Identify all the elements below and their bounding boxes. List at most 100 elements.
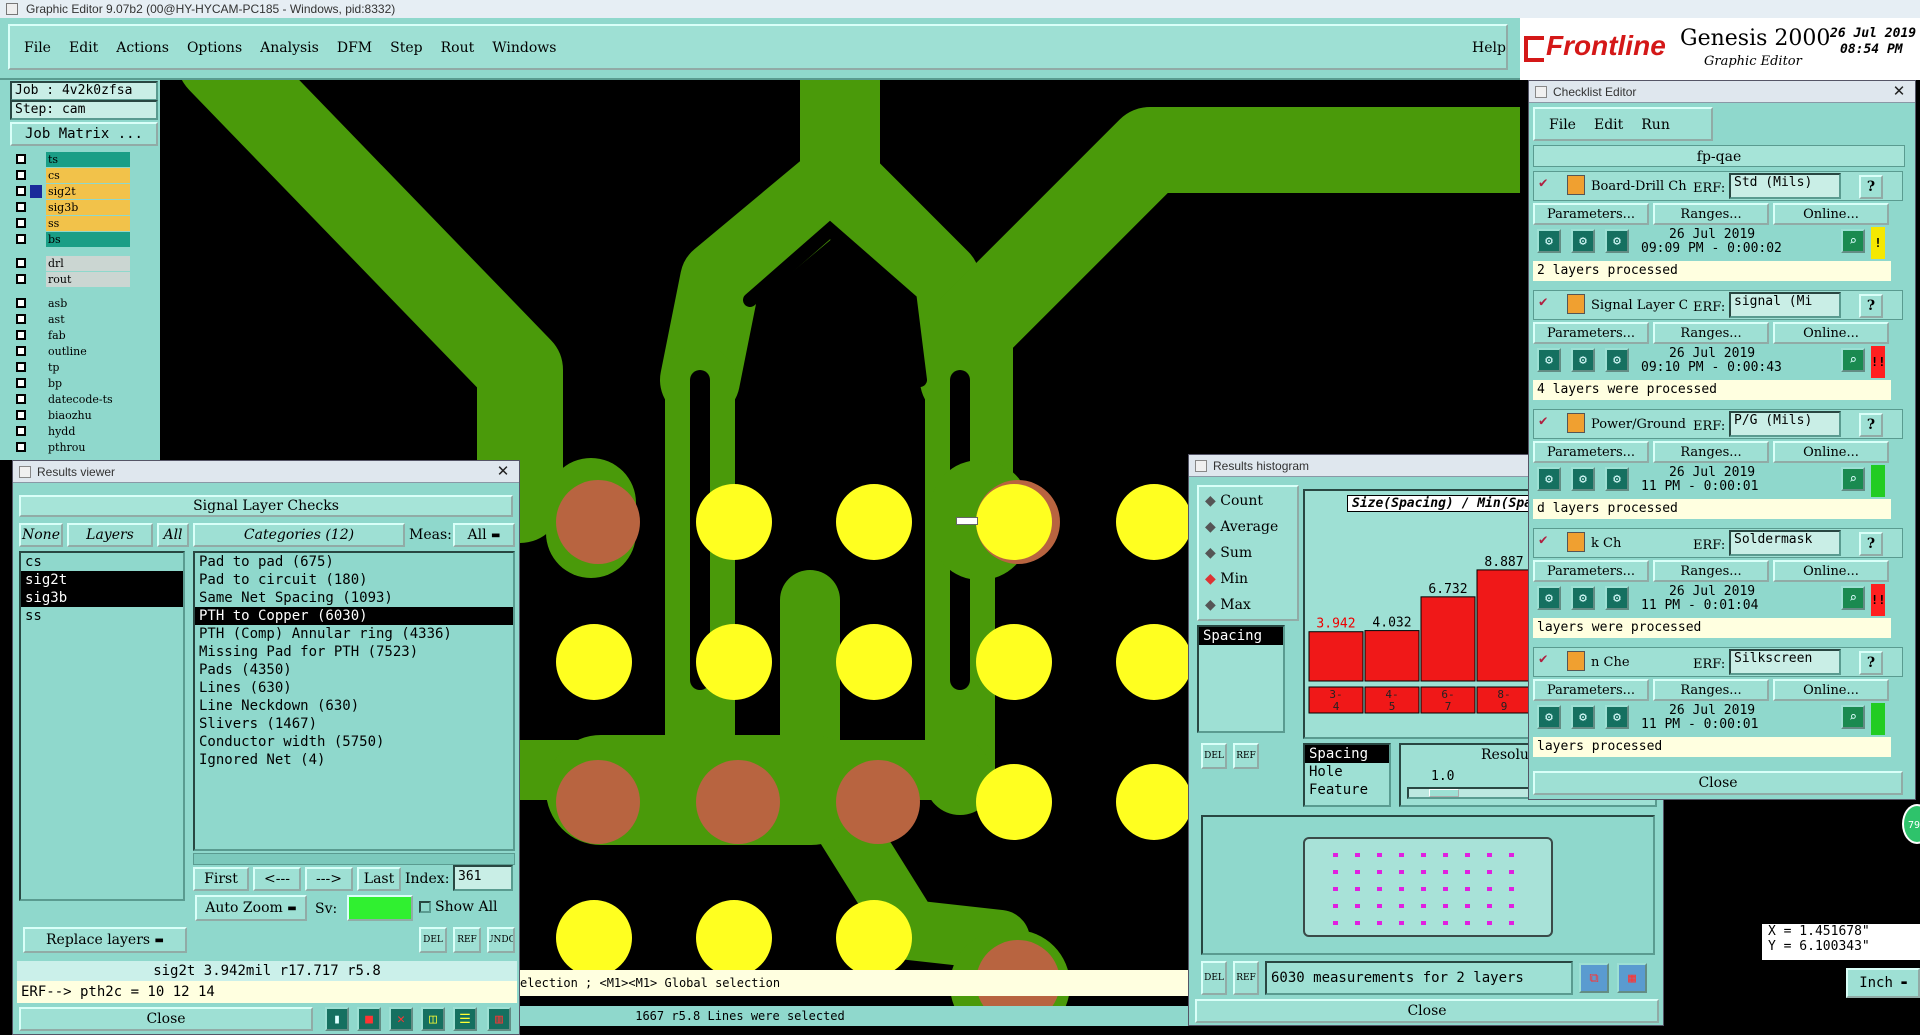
option-max[interactable]: ◆ Max <box>1205 597 1251 613</box>
summary-ref-button[interactable]: REF <box>1233 961 1259 995</box>
aggregate-options[interactable]: ◆ Count ◆ Average ◆ Sum ◆ Min ◆ Max <box>1197 485 1299 621</box>
parameters-button[interactable]: Parameters... <box>1533 441 1649 463</box>
del-button[interactable]: DEL <box>419 927 447 953</box>
toolbar-icon-3[interactable]: ✕ <box>389 1007 413 1031</box>
layer-color-swatch[interactable] <box>30 425 42 438</box>
menu-analysis[interactable]: Analysis <box>260 40 319 56</box>
check-mark-icon[interactable]: ✔ <box>1539 175 1547 191</box>
job-matrix-button[interactable]: Job Matrix ... <box>10 122 158 146</box>
histogram-bar[interactable] <box>1476 569 1532 682</box>
category-item[interactable]: Missing Pad for PTH (7523) <box>195 643 513 661</box>
menu-actions[interactable]: Actions <box>116 40 169 56</box>
histogram-bar[interactable] <box>1308 631 1364 682</box>
help-menu[interactable]: Help <box>1472 40 1506 56</box>
zoom-icon[interactable]: ⌕ <box>1841 467 1865 491</box>
index-field[interactable]: 361 <box>453 865 513 891</box>
layer-checkbox[interactable] <box>16 314 26 324</box>
last-button[interactable]: Last <box>357 867 401 891</box>
layer-color-swatch[interactable] <box>30 313 42 326</box>
run-icon[interactable]: ⚙ <box>1537 229 1561 253</box>
report-icon[interactable]: ▦ <box>1617 963 1647 993</box>
toolbar-icon-4[interactable]: ◫ <box>421 1007 445 1031</box>
close-icon[interactable]: ✕ <box>1889 83 1909 101</box>
online-button[interactable]: Online... <box>1773 441 1889 463</box>
run-icon[interactable]: ⚙ <box>1571 705 1595 729</box>
layer-checkbox[interactable] <box>16 442 26 452</box>
layer-row-bp[interactable]: bp <box>12 376 132 391</box>
layer-color-swatch[interactable] <box>30 361 42 374</box>
results-layer-list[interactable]: cs sig2t sig3b ss <box>19 551 185 901</box>
layer-checkbox[interactable] <box>16 258 26 268</box>
layer-row-sig2t[interactable]: sig2t <box>12 184 132 199</box>
menu-options[interactable]: Options <box>187 40 242 56</box>
zoom-icon[interactable]: ⌕ <box>1841 586 1865 610</box>
parameters-button[interactable]: Parameters... <box>1533 203 1649 225</box>
layer-row-ast[interactable]: ast <box>12 312 132 327</box>
checklist-menu-file[interactable]: File <box>1549 117 1576 133</box>
run-icon[interactable]: ⚙ <box>1537 467 1561 491</box>
run-icon[interactable]: ⚙ <box>1605 586 1629 610</box>
sv-color-swatch[interactable] <box>347 895 413 921</box>
check-help-button[interactable]: ? <box>1859 532 1883 556</box>
erf-field[interactable]: P/G (Mils) <box>1729 411 1841 437</box>
layer-color-swatch[interactable] <box>30 257 42 270</box>
all-button[interactable]: All <box>157 523 189 547</box>
category-item[interactable]: PTH (Comp) Annular ring (4336) <box>195 625 513 643</box>
layer-checkbox[interactable] <box>16 218 26 228</box>
category-item[interactable]: Pad to pad (675) <box>195 553 513 571</box>
layer-checkbox[interactable] <box>16 410 26 420</box>
categories-list[interactable]: Pad to pad (675) Pad to circuit (180) Same… <box>193 551 515 851</box>
layer-checkbox[interactable] <box>16 202 26 212</box>
zoom-icon[interactable]: ⌕ <box>1841 705 1865 729</box>
category-item[interactable]: Slivers (1467) <box>195 715 513 733</box>
export-icon[interactable]: ⧉ <box>1579 963 1609 993</box>
histogram-mode-list[interactable]: Spacing Hole Feature <box>1303 743 1391 807</box>
layer-row-asb[interactable]: asb <box>12 296 132 311</box>
menu-edit[interactable]: Edit <box>69 40 98 56</box>
layer-color-swatch[interactable] <box>30 153 42 166</box>
checklist-close-button[interactable]: Close <box>1533 771 1903 795</box>
option-average[interactable]: ◆ Average <box>1205 519 1278 535</box>
layer-row-biaozhu[interactable]: biaozhu <box>12 408 132 423</box>
layer-checkbox[interactable] <box>16 378 26 388</box>
check-help-button[interactable]: ? <box>1859 294 1883 318</box>
zoom-icon[interactable]: ⌕ <box>1841 348 1865 372</box>
layer-row-drl[interactable]: drl <box>12 256 132 271</box>
check-mark-icon[interactable]: ✔ <box>1539 294 1547 310</box>
layer-list-item[interactable]: ss <box>21 607 183 625</box>
layer-list[interactable]: ts cs sig2t sig3b ss bs drl rout asb ast fab outlin… <box>0 152 160 460</box>
layer-checkbox[interactable] <box>16 426 26 436</box>
erf-field[interactable]: Std (Mils) <box>1729 173 1841 199</box>
layer-color-swatch[interactable] <box>30 345 42 358</box>
category-item[interactable]: Ignored Net (4) <box>195 751 513 769</box>
undo-button[interactable]: UNDO <box>487 927 515 953</box>
layer-checkbox[interactable] <box>16 298 26 308</box>
histogram-bar[interactable] <box>1364 630 1420 682</box>
check-mark-icon[interactable]: ✔ <box>1539 413 1547 429</box>
layer-color-swatch[interactable] <box>30 393 42 406</box>
hist-mode-item[interactable]: Hole <box>1305 763 1389 781</box>
option-min[interactable]: ◆ Min <box>1205 571 1248 587</box>
category-item[interactable]: Conductor width (5750) <box>195 733 513 751</box>
ref-button[interactable]: REF <box>453 927 481 953</box>
layer-color-swatch[interactable] <box>30 409 42 422</box>
layer-color-swatch[interactable] <box>30 441 42 454</box>
layer-color-swatch[interactable] <box>30 185 42 198</box>
menu-dfm[interactable]: DFM <box>337 40 372 56</box>
histogram-icon[interactable]: ▥ <box>487 1007 511 1031</box>
show-all-checkbox[interactable] <box>419 901 431 913</box>
layer-row-outline[interactable]: outline <box>12 344 132 359</box>
run-icon[interactable]: ⚙ <box>1571 467 1595 491</box>
ranges-button[interactable]: Ranges... <box>1653 322 1769 344</box>
run-icon[interactable]: ⚙ <box>1571 348 1595 372</box>
check-help-button[interactable]: ? <box>1859 413 1883 437</box>
erf-field[interactable]: Silkscreen <box>1729 649 1841 675</box>
toolbar-icon-1[interactable]: ▮ <box>325 1007 349 1031</box>
layer-list-item[interactable]: cs <box>21 553 183 571</box>
menu-rout[interactable]: Rout <box>441 40 475 56</box>
run-icon[interactable]: ⚙ <box>1571 586 1595 610</box>
run-icon[interactable]: ⚙ <box>1605 705 1629 729</box>
run-icon[interactable]: ⚙ <box>1605 229 1629 253</box>
checklist-menu-edit[interactable]: Edit <box>1594 117 1623 133</box>
layer-checkbox[interactable] <box>16 362 26 372</box>
